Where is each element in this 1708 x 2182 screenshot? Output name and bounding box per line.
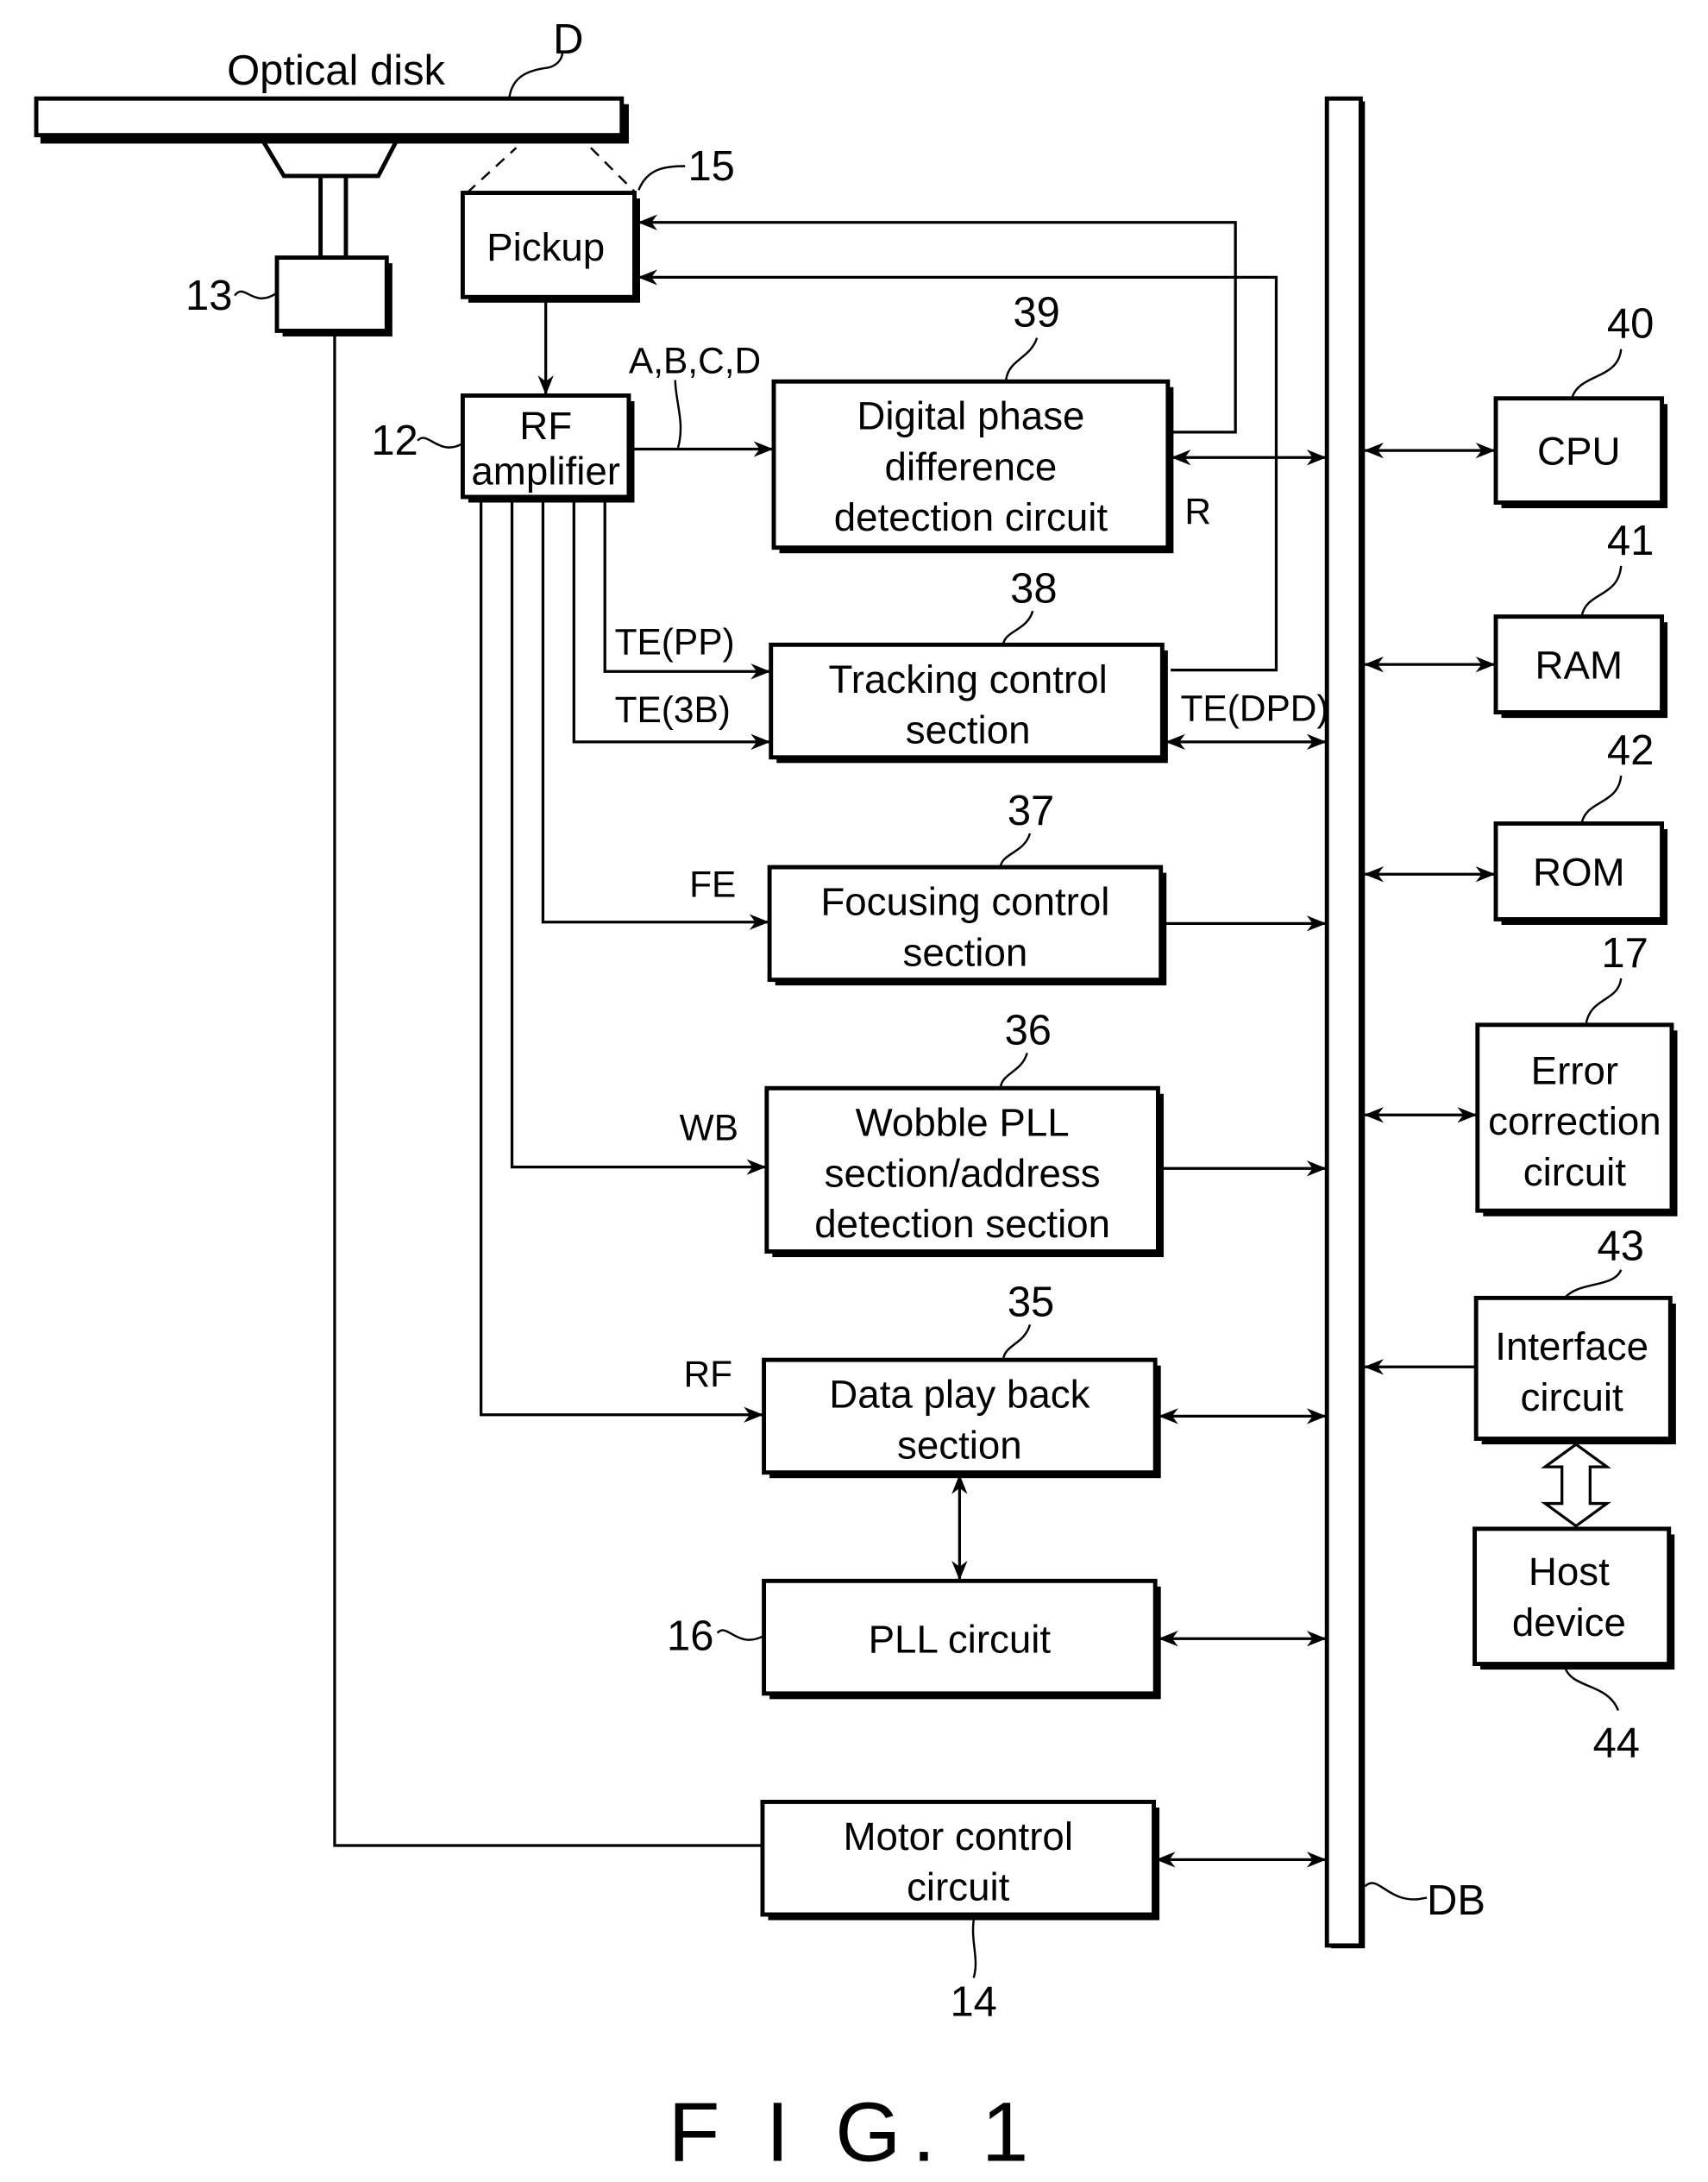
ram-label: RAM <box>1535 643 1623 687</box>
ref-40: 40 <box>1607 301 1654 348</box>
signal-rf: RF <box>684 1354 733 1394</box>
ref-41: 41 <box>1607 518 1654 564</box>
ecc-line-2: correction <box>1488 1099 1661 1143</box>
arrow-wb <box>510 502 767 1175</box>
rf-amp-line-2: amplifier <box>471 449 620 493</box>
cpu-label: CPU <box>1537 429 1620 473</box>
ref-42: 42 <box>1607 727 1654 774</box>
rom-block: ROM 42 <box>1493 727 1668 925</box>
ref-39: 39 <box>1013 290 1059 336</box>
signal-wb: WB <box>680 1108 738 1148</box>
ref-14: 14 <box>950 1978 996 2025</box>
signal-fe: FE <box>689 864 736 904</box>
signal-te-3b: TE(3B) <box>615 689 731 730</box>
ecc-line-1: Error <box>1531 1048 1619 1092</box>
figure-caption: F I G. 1 <box>669 2085 1040 2179</box>
cpu-block: CPU 40 <box>1493 301 1668 509</box>
ref-15: 15 <box>688 143 734 190</box>
playback-block: Data play back section 35 <box>762 1280 1161 1479</box>
rom-label: ROM <box>1533 850 1625 894</box>
signal-r: R <box>1184 491 1211 531</box>
focusing-block: Focusing control section 37 <box>767 788 1167 986</box>
playback-line-1: Data play back <box>829 1373 1089 1417</box>
host-block: Host device 44 <box>1473 1526 1675 1766</box>
ecc-line-3: circuit <box>1523 1150 1627 1194</box>
interface-block: Interface circuit 43 <box>1473 1223 1676 1445</box>
motor-ctrl-line-2: circuit <box>907 1865 1010 1909</box>
tracking-line-1: Tracking control <box>829 657 1108 701</box>
ref-12: 12 <box>371 418 418 464</box>
disk-label: Optical disk <box>227 47 445 94</box>
wobble-line-3: detection section <box>814 1202 1110 1246</box>
rf-amplifier-block: RF amplifier 12 <box>371 393 635 503</box>
spindle-motor: 13 <box>185 255 392 336</box>
iface-line-2: circuit <box>1520 1375 1623 1419</box>
host-line-1: Host <box>1529 1550 1610 1594</box>
bus-ref: DB <box>1427 1877 1485 1924</box>
tracking-line-2: section <box>906 707 1031 751</box>
dpd-line-1: Digital phase <box>857 394 1084 438</box>
data-bus: DB <box>1324 96 1485 1949</box>
pickup-label: Pickup <box>487 225 605 269</box>
host-line-2: device <box>1512 1600 1626 1644</box>
dpd-block: Digital phase difference detection circu… <box>771 290 1174 554</box>
focusing-line-2: section <box>903 930 1028 974</box>
pll-label: PLL circuit <box>869 1618 1052 1662</box>
ref-43: 43 <box>1597 1223 1643 1269</box>
signal-te-dpd: TE(DPD) <box>1181 688 1329 728</box>
ref-36: 36 <box>1005 1008 1052 1054</box>
ref-35: 35 <box>1008 1280 1054 1326</box>
tracking-block: Tracking control section 38 <box>769 565 1168 764</box>
signal-te-pp: TE(PP) <box>615 622 735 663</box>
dpd-line-2: difference <box>885 444 1058 488</box>
block-diagram: Optical disk D 13 Pickup 15 RF amplifier… <box>34 16 1678 2179</box>
motor-control-block: Motor control circuit 14 <box>760 1800 1160 2025</box>
ref-44: 44 <box>1593 1720 1640 1766</box>
motor-ctrl-line-1: Motor control <box>843 1814 1073 1858</box>
ref-17: 17 <box>1601 930 1648 977</box>
wobble-block: Wobble PLL section/address detection sec… <box>764 1008 1164 1258</box>
ecc-block: Error correction circuit 17 <box>1475 930 1678 1217</box>
ref-37: 37 <box>1008 788 1054 834</box>
ram-block: RAM 41 <box>1493 518 1668 719</box>
rf-amp-line-1: RF <box>519 404 572 448</box>
iface-line-1: Interface <box>1495 1324 1648 1368</box>
dpd-line-3: detection circuit <box>834 495 1108 539</box>
ref-38: 38 <box>1010 565 1057 612</box>
wobble-line-2: section/address <box>825 1151 1101 1195</box>
focusing-line-1: Focusing control <box>820 880 1109 924</box>
pll-block: PLL circuit 16 <box>667 1578 1161 1700</box>
iface-host-double-arrow <box>1541 1443 1611 1528</box>
playback-line-2: section <box>897 1423 1022 1467</box>
wobble-line-1: Wobble PLL <box>856 1101 1070 1145</box>
ref-16: 16 <box>667 1613 713 1659</box>
disk-ref: D <box>553 16 583 63</box>
ref-13: 13 <box>185 273 232 319</box>
signal-abcd: A,B,C,D <box>629 340 761 380</box>
